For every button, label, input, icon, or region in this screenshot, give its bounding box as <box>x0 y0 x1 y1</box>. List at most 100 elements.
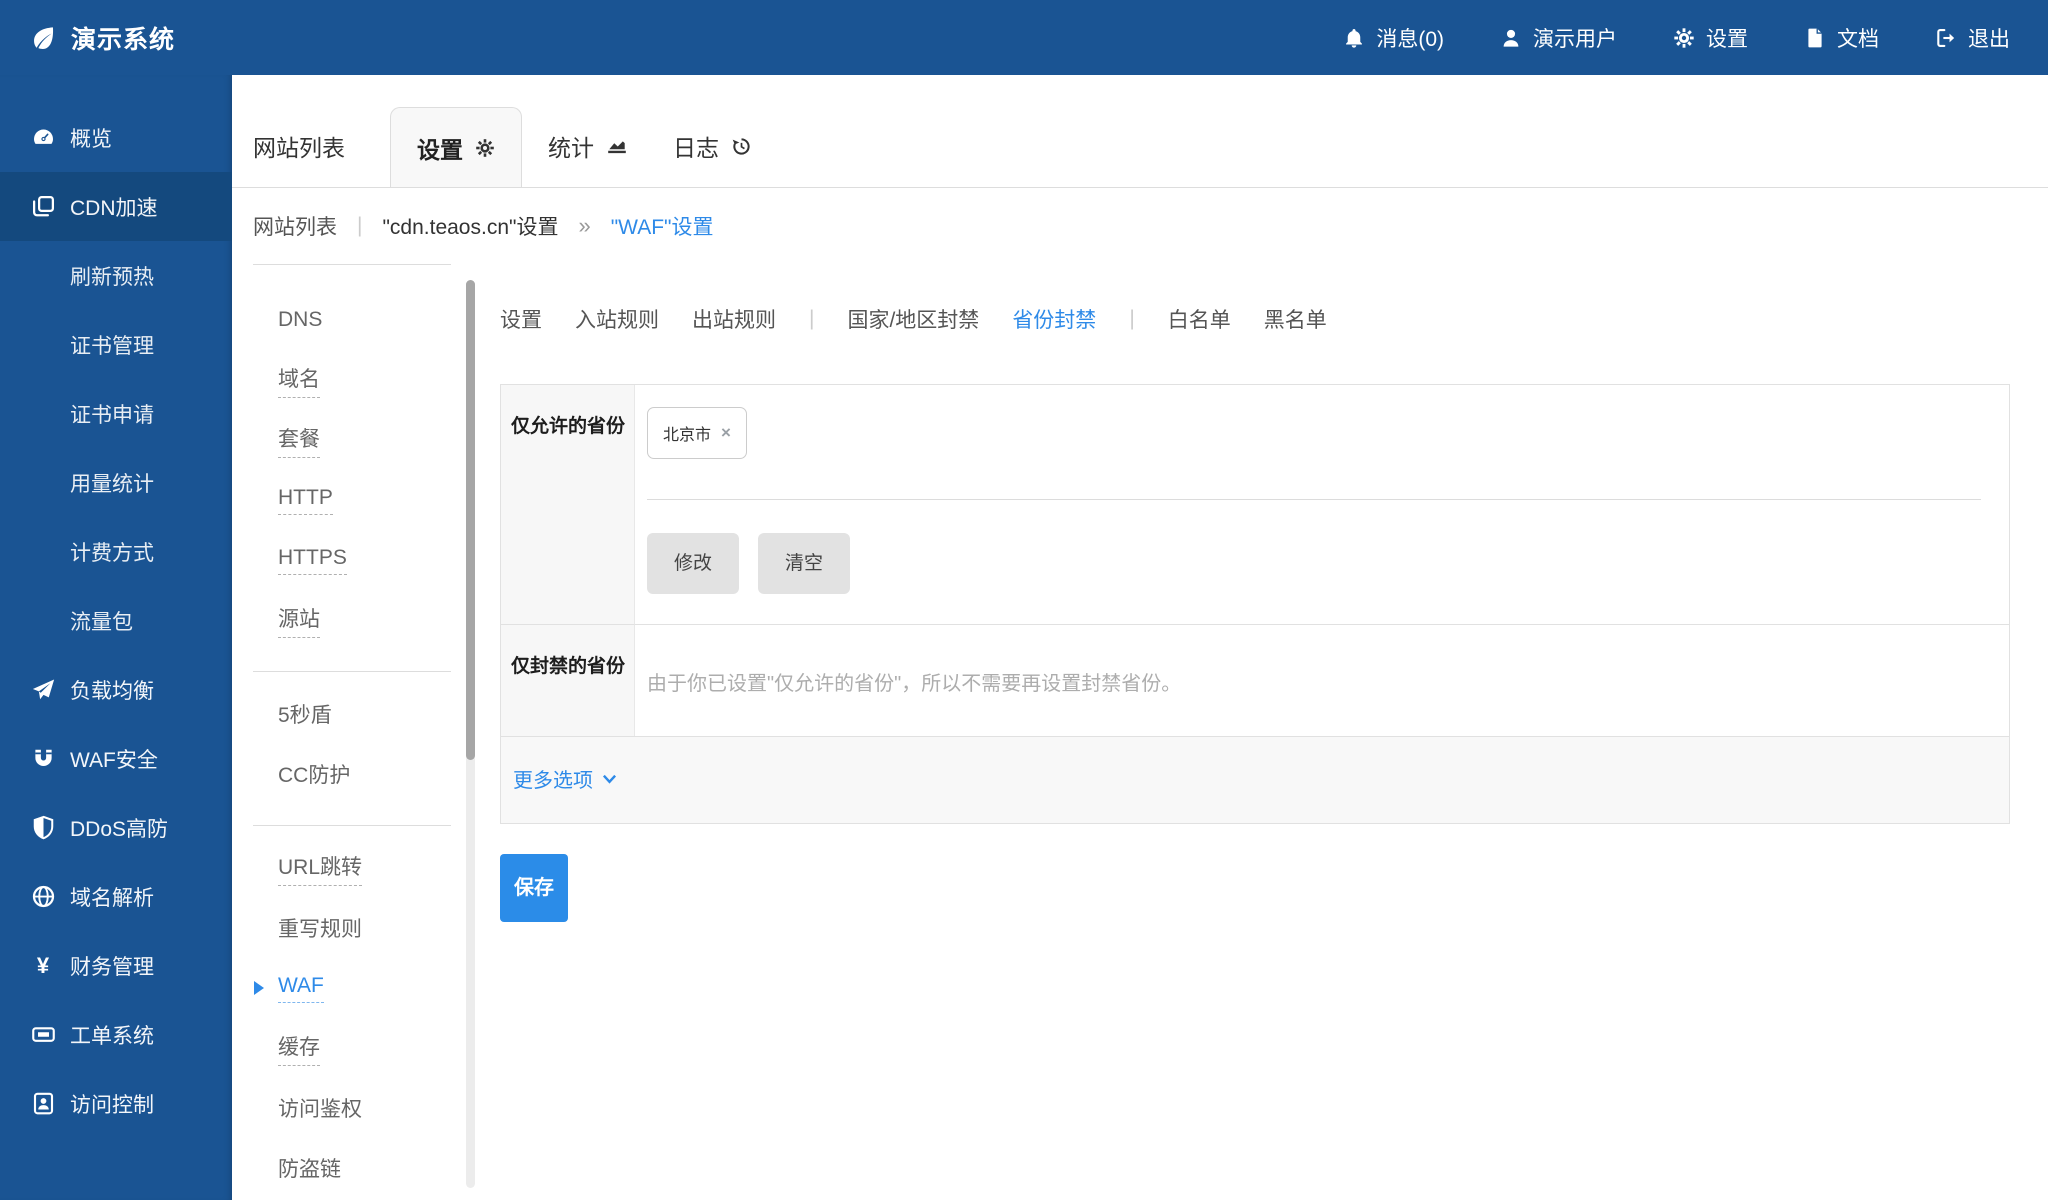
subnav-item-dns[interactable]: DNS <box>232 290 478 350</box>
gear-icon <box>1673 27 1695 49</box>
waf-tab-blacklist[interactable]: 黑名单 <box>1264 304 1327 334</box>
clear-button[interactable]: 清空 <box>758 533 850 594</box>
subnav-item-auth[interactable]: 访问鉴权 <box>232 1078 478 1138</box>
globe-icon <box>28 884 58 909</box>
subnav-label: DNS <box>278 308 322 332</box>
tab-settings[interactable]: 设置 <box>390 107 522 187</box>
sidebar-item-cert-apply[interactable]: 证书申请 <box>0 379 232 448</box>
more-options-link[interactable]: 更多选项 <box>513 764 617 793</box>
subnav-label: 5秒盾 <box>278 699 332 729</box>
user-menu-item[interactable]: 演示用户 <box>1500 23 1617 53</box>
waf-tab-outbound-rules[interactable]: 出站规则 <box>692 304 776 334</box>
sidebar-item-label: 概览 <box>70 123 112 153</box>
subnav-item-cc-protect[interactable]: CC防护 <box>232 744 478 804</box>
clone-icon <box>28 194 58 219</box>
subnav-label: URL跳转 <box>278 851 362 886</box>
settings-subnav: DNS 域名 套餐 HTTP HTTPS 源站 5秒盾 CC防护 URL跳转 重… <box>232 264 478 1200</box>
waf-tab-country-block[interactable]: 国家/地区封禁 <box>847 304 979 334</box>
tab-label: 统计 <box>548 129 594 163</box>
banned-placeholder-text: 由于你已设置"仅允许的省份"，所以不需要再设置封禁省份。 <box>647 673 1181 695</box>
sidebar-item-label: DDoS高防 <box>70 813 168 843</box>
messages-menu-item[interactable]: 消息(0) <box>1343 23 1444 53</box>
allowed-buttons: 修改 清空 <box>647 533 1981 594</box>
sidebar-item-usage-stats[interactable]: 用量统计 <box>0 448 232 517</box>
subnav-divider <box>253 671 451 672</box>
settings-label: 设置 <box>1706 23 1748 53</box>
subnav-label: 重写规则 <box>278 913 362 943</box>
save-button[interactable]: 保存 <box>500 854 568 922</box>
tachometer-icon <box>28 125 58 150</box>
sidebar-item-access-control[interactable]: 访问控制 <box>0 1069 232 1138</box>
sidebar-item-overview[interactable]: 概览 <box>0 103 232 172</box>
logout-menu-item[interactable]: 退出 <box>1935 23 2010 53</box>
subnav-item-http[interactable]: HTTP <box>232 470 478 530</box>
sidebar-item-label: WAF安全 <box>70 744 158 774</box>
breadcrumb-waf-settings[interactable]: "WAF"设置 <box>611 211 714 241</box>
form-footer: 更多选项 <box>501 736 2009 823</box>
topbar-menu: 消息(0) 演示用户 设置 文档 退出 <box>1287 23 2010 53</box>
field-divider <box>647 499 1981 500</box>
subnav-scrollbar-track[interactable] <box>466 280 475 1188</box>
subnav-item-cache[interactable]: 缓存 <box>232 1018 478 1078</box>
subnav-label: CC防护 <box>278 759 350 789</box>
sidebar-item-billing[interactable]: 计费方式 <box>0 517 232 586</box>
settings-menu-item[interactable]: 设置 <box>1673 23 1748 53</box>
sidebar-item-label: 工单系统 <box>70 1020 154 1050</box>
waf-content: 设置 入站规则 出站规则 | 国家/地区封禁 省份封禁 | 白名单 黑名单 仅允… <box>478 264 2048 1200</box>
subnav-item-hotlink-protect[interactable]: 防盗链 <box>232 1138 478 1198</box>
sidebar-item-load-balance[interactable]: 负载均衡 <box>0 655 232 724</box>
subnav-item-domain[interactable]: 域名 <box>232 350 478 410</box>
tab-site-list[interactable]: 网站列表 <box>253 105 345 187</box>
breadcrumb-site-list[interactable]: 网站列表 <box>253 211 337 241</box>
subnav-label: WAF <box>278 974 324 1003</box>
subnav-label: 缓存 <box>278 1031 320 1066</box>
subnav-label: 套餐 <box>278 423 320 458</box>
history-icon <box>731 136 752 157</box>
logout-label: 退出 <box>1968 23 2010 53</box>
waf-tab-province-block[interactable]: 省份封禁 <box>1012 304 1096 334</box>
subnav-item-https[interactable]: HTTPS <box>232 530 478 590</box>
sidebar-item-tickets[interactable]: 工单系统 <box>0 1000 232 1069</box>
tab-statistics[interactable]: 统计 <box>548 105 628 187</box>
sidebar-item-cdn[interactable]: CDN加速 <box>0 172 232 241</box>
body-wrap: DNS 域名 套餐 HTTP HTTPS 源站 5秒盾 CC防护 URL跳转 重… <box>232 264 2048 1200</box>
sidebar-item-refresh-preheat[interactable]: 刷新预热 <box>0 241 232 310</box>
docs-menu-item[interactable]: 文档 <box>1804 23 1879 53</box>
ticket-icon <box>28 1022 58 1047</box>
sidebar-item-finance[interactable]: ¥ 财务管理 <box>0 931 232 1000</box>
subnav-group-rules: URL跳转 重写规则 WAF 缓存 访问鉴权 防盗链 <box>232 838 478 1198</box>
remove-tag-icon[interactable]: × <box>721 423 731 443</box>
breadcrumb-site-settings[interactable]: "cdn.teaos.cn"设置 <box>382 211 558 241</box>
province-tag-label: 北京市 <box>663 421 711 445</box>
subnav-item-url-redirect[interactable]: URL跳转 <box>232 838 478 898</box>
subnav-item-plan[interactable]: 套餐 <box>232 410 478 470</box>
sidebar-item-waf-security[interactable]: WAF安全 <box>0 724 232 793</box>
sidebar-item-label: 计费方式 <box>70 537 154 567</box>
waf-tab-whitelist[interactable]: 白名单 <box>1168 304 1231 334</box>
tab-logs[interactable]: 日志 <box>673 105 752 187</box>
sign-out-icon <box>1935 27 1957 49</box>
docs-label: 文档 <box>1837 23 1879 53</box>
subnav-item-origin[interactable]: 源站 <box>232 590 478 650</box>
topbar: 演示系统 消息(0) 演示用户 设置 文档 <box>0 0 2048 75</box>
site-tabbar: 网站列表 设置 统计 日志 <box>232 75 2048 188</box>
tab-separator: | <box>809 307 814 331</box>
main-area: 网站列表 设置 统计 日志 网站列表 | "cdn.teaos.cn"设置 » … <box>232 75 2048 1200</box>
subnav-scrollbar-thumb[interactable] <box>466 280 475 760</box>
sidebar-item-ddos[interactable]: DDoS高防 <box>0 793 232 862</box>
sidebar-item-cert-manage[interactable]: 证书管理 <box>0 310 232 379</box>
sidebar-item-dns-resolve[interactable]: 域名解析 <box>0 862 232 931</box>
subnav-group-basic: DNS 域名 套餐 HTTP HTTPS 源站 <box>232 290 478 650</box>
sidebar-item-label: 流量包 <box>70 606 133 636</box>
modify-button[interactable]: 修改 <box>647 533 739 594</box>
waf-tab-inbound-rules[interactable]: 入站规则 <box>575 304 659 334</box>
sidebar-item-label: 刷新预热 <box>70 261 154 291</box>
sidebar-item-traffic-pack[interactable]: 流量包 <box>0 586 232 655</box>
subnav-item-waf[interactable]: WAF <box>232 958 478 1018</box>
subnav-item-five-sec-shield[interactable]: 5秒盾 <box>232 684 478 744</box>
subnav-item-rewrite-rules[interactable]: 重写规则 <box>232 898 478 958</box>
tab-label: 网站列表 <box>253 129 345 163</box>
banned-provinces-label: 仅封禁的省份 <box>501 624 635 736</box>
waf-tab-settings[interactable]: 设置 <box>500 304 542 334</box>
tab-separator: | <box>1129 307 1134 331</box>
